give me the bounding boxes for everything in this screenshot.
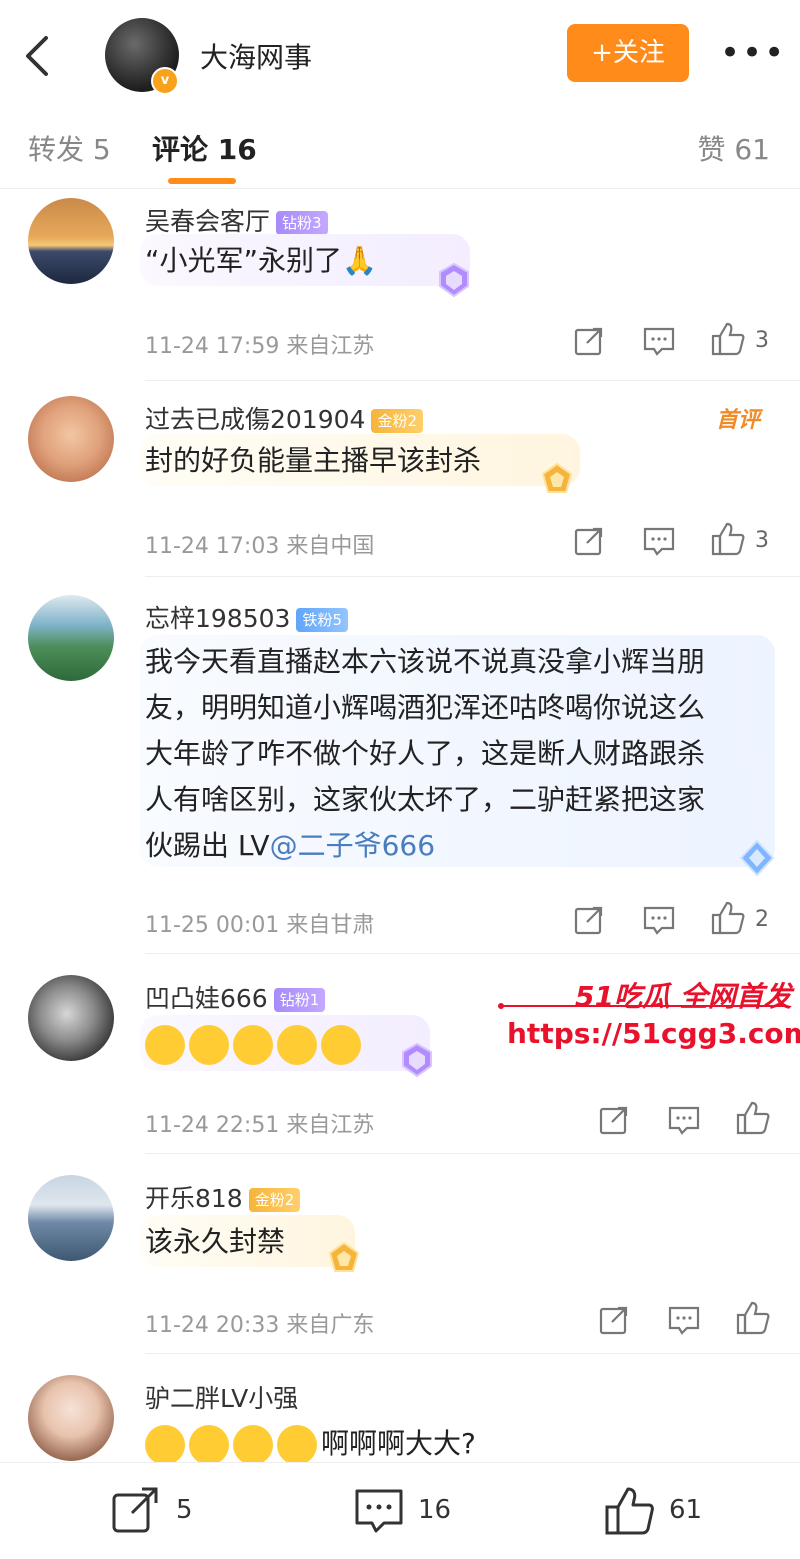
- first-comment-tag: 首评: [715, 408, 760, 433]
- comment-icon[interactable]: [667, 1102, 701, 1138]
- comment-timestamp: 11-24 17:59 来自江苏: [145, 334, 375, 359]
- fan-badge: 钻粉1: [273, 988, 326, 1012]
- commenter-avatar[interactable]: [28, 975, 114, 1061]
- commenter-avatar[interactable]: [28, 595, 114, 681]
- tab-like[interactable]: 赞 61: [697, 128, 770, 168]
- top-nav-bar: v 大海网事 +关注 •••: [0, 0, 800, 100]
- site-watermark: 51吃瓜 全网首发 https://51cgg3.com: [495, 975, 800, 1055]
- commenter-avatar[interactable]: [28, 396, 114, 482]
- fan-badge: 钻粉3: [276, 211, 328, 235]
- laughing-crying-emoji-icon: [321, 1025, 361, 1065]
- gold-gem-icon: [328, 1241, 360, 1272]
- laughing-crying-emoji-icon: [233, 1025, 273, 1065]
- comment-item: 过去已成傷201904 金粉2 首评 封的好负能量主播早该封杀 11-24 17:…: [0, 388, 800, 583]
- commenter-name[interactable]: 驴二胖LV小强: [145, 1379, 298, 1415]
- like-count: 2: [755, 907, 769, 932]
- laughing-crying-emoji-icon: [277, 1025, 317, 1065]
- chevron-left-icon: [26, 36, 48, 76]
- commenter-avatar[interactable]: [28, 1375, 114, 1461]
- comment-timestamp: 11-24 20:33 来自广东: [145, 1313, 375, 1338]
- repost-icon[interactable]: [573, 323, 605, 359]
- like-icon: [605, 1487, 654, 1535]
- commenter-name[interactable]: 忘梓198503 铁粉5: [145, 599, 348, 635]
- comment-divider: [145, 576, 800, 577]
- fan-badge: 金粉2: [248, 1188, 301, 1212]
- blue-gem-icon: [739, 839, 775, 877]
- repost-icon[interactable]: [598, 1102, 630, 1138]
- like-icon[interactable]: [735, 1100, 771, 1136]
- like-icon[interactable]: [710, 321, 746, 357]
- like-action-button[interactable]: 61: [603, 1485, 713, 1537]
- comment-item: 忘梓198503 铁粉5 我今天看直播赵本六该说不说真没拿小辉当朋 友，明明知道小…: [0, 585, 800, 955]
- tab-comment[interactable]: 评论 16: [152, 128, 257, 168]
- comment-timestamp: 11-24 22:51 来自江苏: [145, 1113, 375, 1138]
- comment-text: 啊啊啊大大?: [145, 1421, 476, 1467]
- comment-text: 封的好负能量主播早该封杀: [145, 444, 482, 477]
- like-icon[interactable]: [735, 1300, 771, 1336]
- comment-count: 16: [418, 1495, 452, 1525]
- follow-button[interactable]: +关注: [567, 24, 689, 82]
- repost-action-button[interactable]: 5: [110, 1485, 220, 1537]
- laughing-crying-emoji-icon: [145, 1425, 185, 1465]
- comment-text: 我今天看直播赵本六该说不说真没拿小辉当朋 友，明明知道小辉喝酒犯浑还咕咚喝你说这…: [145, 645, 706, 862]
- user-mention-link[interactable]: @二子爷666: [270, 829, 435, 862]
- comment-icon[interactable]: [667, 1302, 701, 1338]
- commenter-name[interactable]: 开乐818 金粉2: [145, 1179, 301, 1215]
- comment-timestamp: 11-25 00:01 来自甘肃: [145, 913, 375, 938]
- laughing-crying-emoji-icon: [277, 1425, 317, 1465]
- comment-icon[interactable]: [642, 523, 676, 559]
- fan-badge: 金粉2: [371, 409, 423, 433]
- like-icon[interactable]: [710, 521, 746, 557]
- like-count: 3: [755, 528, 769, 553]
- commenter-name[interactable]: 吴春会客厅 钻粉3: [145, 202, 328, 238]
- comment-timestamp: 11-24 17:03 来自中国: [145, 534, 375, 559]
- active-tab-indicator: [168, 178, 236, 184]
- comment-divider: [145, 1153, 800, 1154]
- comment-emoji-row: [145, 1021, 365, 1067]
- repost-icon: [112, 1487, 158, 1533]
- comment-icon[interactable]: [642, 902, 676, 938]
- gold-gem-icon: [541, 462, 573, 493]
- comment-action-button[interactable]: 16: [352, 1485, 472, 1537]
- diamond-gem-icon: [402, 1042, 432, 1078]
- like-count: 61: [669, 1495, 703, 1525]
- comment-item: 驴二胖LV小强 啊啊啊大大?: [0, 1365, 800, 1465]
- laughing-crying-emoji-icon: [233, 1425, 273, 1465]
- comment-item: 吴春会客厅 钻粉3 “小光军”永别了🙏 11-24 17:59 来自江苏 3: [0, 190, 800, 385]
- commenter-name[interactable]: 过去已成傷201904 金粉2: [145, 400, 423, 436]
- author-name[interactable]: 大海网事: [200, 36, 312, 76]
- commenter-avatar[interactable]: [28, 198, 114, 284]
- laughing-crying-emoji-icon: [145, 1025, 185, 1065]
- watermark-line: [498, 1003, 785, 1009]
- watermark-url: https://51cgg3.com: [507, 1017, 800, 1050]
- comment-text: “小光军”永别了🙏: [145, 244, 377, 277]
- laughing-crying-emoji-icon: [189, 1025, 229, 1065]
- back-button[interactable]: [18, 28, 58, 84]
- comment-item: 开乐818 金粉2 该永久封禁 11-24 20:33 来自广东: [0, 1165, 800, 1355]
- comment-divider: [145, 1353, 800, 1354]
- diamond-gem-icon: [439, 262, 469, 298]
- repost-icon[interactable]: [573, 523, 605, 559]
- laughing-crying-emoji-icon: [189, 1425, 229, 1465]
- post-tabs: 转发 5 评论 16 赞 61: [0, 100, 800, 189]
- comment-icon: [355, 1489, 403, 1533]
- more-options-button[interactable]: •••: [720, 36, 784, 70]
- like-count: 3: [755, 328, 769, 353]
- commenter-name[interactable]: 凹凸娃666 钻粉1: [145, 979, 326, 1015]
- comment-divider: [145, 380, 800, 381]
- verified-badge-icon: v: [151, 67, 179, 95]
- comment-icon[interactable]: [642, 323, 676, 359]
- comment-text: 该永久封禁: [145, 1225, 286, 1258]
- fan-badge: 铁粉5: [296, 608, 348, 632]
- like-icon[interactable]: [710, 900, 746, 936]
- commenter-avatar[interactable]: [28, 1175, 114, 1261]
- comment-divider: [145, 953, 800, 954]
- tab-repost[interactable]: 转发 5: [28, 128, 111, 168]
- bottom-action-bar: 5 16 61: [0, 1462, 800, 1559]
- repost-icon[interactable]: [573, 902, 605, 938]
- repost-count: 5: [176, 1495, 193, 1525]
- repost-icon[interactable]: [598, 1302, 630, 1338]
